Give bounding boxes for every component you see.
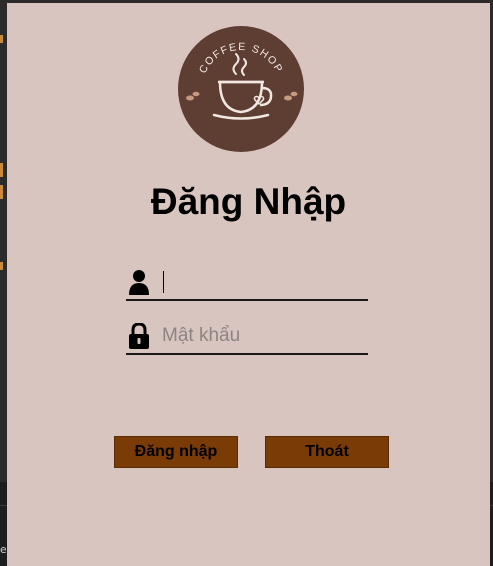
background-marker [0,262,3,270]
coffee-cup-icon: COFFEE SHOP [186,41,298,120]
password-input[interactable] [162,323,362,349]
username-input[interactable] [162,269,362,295]
lock-icon [129,323,149,349]
background-marker [0,185,3,199]
page-title: Đăng Nhập [150,181,347,222]
login-window: COFFEE SHOP Đăng Nhập Đăng nhập Thoát [7,3,490,566]
background-marker [0,163,3,177]
background-marker [0,35,3,43]
password-field[interactable] [126,319,368,355]
coffee-shop-logo: COFFEE SHOP [178,26,304,152]
login-button[interactable]: Đăng nhập [114,436,238,468]
username-field[interactable] [126,265,368,301]
user-icon [129,270,149,295]
exit-button[interactable]: Thoát [265,436,389,468]
